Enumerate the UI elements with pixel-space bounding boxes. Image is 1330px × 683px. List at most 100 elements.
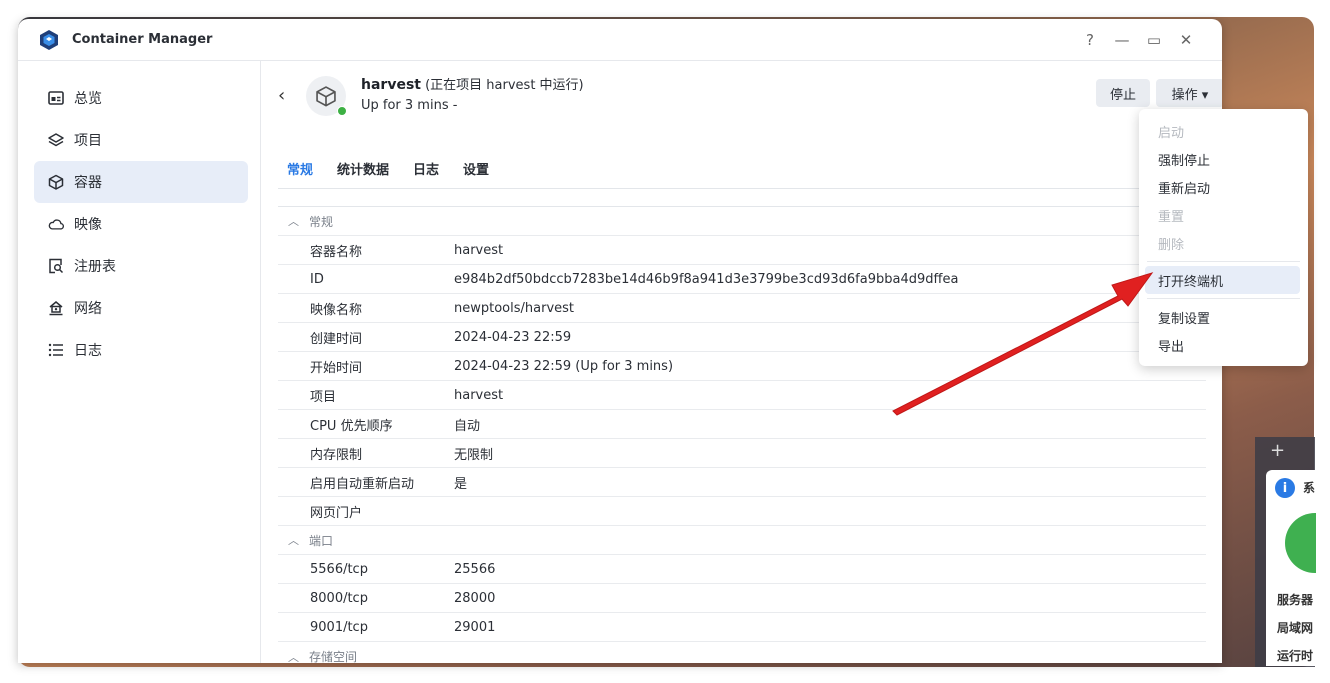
widget-line: 服务器 <box>1277 593 1314 607</box>
sidebar-item-label: 网络 <box>74 301 102 317</box>
table-row: 容器名称 harvest <box>278 236 1206 265</box>
menu-divider <box>1147 298 1300 299</box>
section-header-general[interactable]: ︿ 常规 <box>278 207 1206 236</box>
field-label: 创建时间 <box>310 331 363 347</box>
system-health-widget: i 系 服务器 局域网 运行时 <box>1266 470 1316 666</box>
menu-item-duplicate-settings[interactable]: 复制设置 <box>1145 303 1300 331</box>
section-title: 端口 <box>309 533 334 548</box>
field-value: 29001 <box>454 619 496 635</box>
tab-bar: 常规 统计数据 日志 设置 <box>287 159 489 184</box>
field-label: 8000/tcp <box>310 590 368 606</box>
sidebar-item-label: 日志 <box>74 343 102 359</box>
menu-item-restart[interactable]: 重新启动 <box>1145 173 1300 201</box>
cloud-icon <box>48 216 64 232</box>
field-value: 28000 <box>454 590 496 606</box>
menu-item-force-stop[interactable]: 强制停止 <box>1145 145 1300 173</box>
table-row: 项目 harvest <box>278 381 1206 410</box>
sidebar-item-projects[interactable]: 项目 <box>34 119 248 161</box>
table-row: 开始时间 2024-04-23 22:59 (Up for 3 mins) <box>278 352 1206 381</box>
running-note: (正在项目 harvest 中运行) <box>420 78 584 93</box>
main-panel: ‹ harvest (正在项目 harvest 中运行) Up for 3 mi… <box>262 61 1222 663</box>
field-label: 容器名称 <box>310 244 363 260</box>
field-value: newptools/harvest <box>454 300 575 316</box>
info-icon: i <box>1275 478 1295 498</box>
sidebar-item-label: 项目 <box>74 133 102 149</box>
field-value: 自动 <box>454 418 481 434</box>
sidebar-item-logs[interactable]: 日志 <box>34 329 248 371</box>
field-label: CPU 优先顺序 <box>310 418 393 434</box>
widget-title: 系 <box>1303 481 1316 495</box>
running-status-dot <box>337 105 347 116</box>
field-label: 9001/tcp <box>310 619 368 635</box>
table-row: 5566/tcp 25566 <box>278 555 1206 584</box>
actions-button[interactable]: 操作 ▾ <box>1156 79 1222 107</box>
cube-icon <box>316 85 336 106</box>
list-icon <box>48 342 64 358</box>
status-ok-icon <box>1285 513 1316 573</box>
menu-item-reset[interactable]: 重置 <box>1145 201 1300 229</box>
uptime-text: Up for 3 mins - <box>361 98 458 113</box>
minimize-icon[interactable]: — <box>1106 31 1138 49</box>
menu-item-export[interactable]: 导出 <box>1145 331 1300 359</box>
field-label: 映像名称 <box>310 302 363 318</box>
actions-menu: 启动 强制停止 重新启动 重置 删除 打开终端机 复制设置 导出 <box>1139 109 1308 366</box>
table-row: 网页门户 <box>278 497 1206 526</box>
menu-divider <box>1147 261 1300 262</box>
field-label: 内存限制 <box>310 447 363 463</box>
sidebar-item-label: 映像 <box>74 217 102 233</box>
field-value: harvest <box>454 242 504 258</box>
sidebar-item-label: 总览 <box>74 91 102 107</box>
field-value: 是 <box>454 476 468 492</box>
tab-logs[interactable]: 日志 <box>413 159 439 184</box>
field-value: harvest <box>454 387 504 403</box>
close-icon[interactable]: ✕ <box>1170 31 1202 49</box>
tab-general[interactable]: 常规 <box>287 159 313 184</box>
add-widget-button[interactable]: + <box>1270 440 1285 461</box>
registry-search-icon <box>48 258 64 274</box>
sidebar-item-overview[interactable]: 总览 <box>34 77 248 119</box>
tab-settings[interactable]: 设置 <box>463 159 489 184</box>
cube-icon <box>48 174 64 190</box>
chevron-up-icon: ︿ <box>288 534 299 547</box>
widget-line: 局域网 <box>1277 621 1314 635</box>
container-manager-logo <box>40 29 58 50</box>
field-value: 无限制 <box>454 447 494 463</box>
field-label: 启用自动重新启动 <box>310 476 415 492</box>
chevron-up-icon: ︿ <box>288 215 299 228</box>
menu-item-open-terminal[interactable]: 打开终端机 <box>1145 266 1300 294</box>
menu-item-delete[interactable]: 删除 <box>1145 229 1300 257</box>
container-manager-window: Container Manager ? — ▭ ✕ 总览 项目 容器 映像 注册… <box>18 19 1222 663</box>
tab-divider <box>278 188 1206 189</box>
field-value: 2024-04-23 22:59 (Up for 3 mins) <box>454 358 674 374</box>
sidebar-item-network[interactable]: 网络 <box>34 287 248 329</box>
tab-statistics[interactable]: 统计数据 <box>337 159 389 184</box>
field-label: ID <box>310 271 324 287</box>
overview-icon <box>48 90 64 106</box>
widget-line: 运行时 <box>1277 649 1314 663</box>
field-value: e984b2df50bdccb7283be14d46b9f8a941d3e379… <box>454 271 959 287</box>
table-row: 8000/tcp 28000 <box>278 584 1206 613</box>
table-row: 创建时间 2024-04-23 22:59 <box>278 323 1206 352</box>
app-title: Container Manager <box>72 32 213 47</box>
stop-button[interactable]: 停止 <box>1096 79 1150 107</box>
menu-item-start[interactable]: 启动 <box>1145 117 1300 145</box>
section-title: 常规 <box>309 214 334 229</box>
field-value: 2024-04-23 22:59 <box>454 329 572 345</box>
sidebar-item-images[interactable]: 映像 <box>34 203 248 245</box>
section-header-ports[interactable]: ︿ 端口 <box>278 526 1206 555</box>
maximize-icon[interactable]: ▭ <box>1138 31 1170 49</box>
details-table: ︿ 常规 容器名称 harvest ID e984b2df50bdccb7283be1… <box>278 206 1206 663</box>
container-header: ‹ harvest (正在项目 harvest 中运行) Up for 3 mi… <box>278 75 584 116</box>
help-icon[interactable]: ? <box>1074 31 1106 49</box>
section-header-storage[interactable]: ︿ 存储空间 <box>278 642 1206 663</box>
sidebar-item-containers[interactable]: 容器 <box>34 161 248 203</box>
sidebar-item-label: 容器 <box>74 175 102 191</box>
table-row: 映像名称 newptools/harvest <box>278 294 1206 323</box>
back-arrow-icon[interactable]: ‹ <box>278 85 298 106</box>
field-label: 网页门户 <box>310 505 363 521</box>
sidebar-item-registry[interactable]: 注册表 <box>34 245 248 287</box>
field-value: 25566 <box>454 561 496 577</box>
field-label: 开始时间 <box>310 360 363 376</box>
chevron-up-icon: ︿ <box>288 650 299 664</box>
table-row: 9001/tcp 29001 <box>278 613 1206 642</box>
